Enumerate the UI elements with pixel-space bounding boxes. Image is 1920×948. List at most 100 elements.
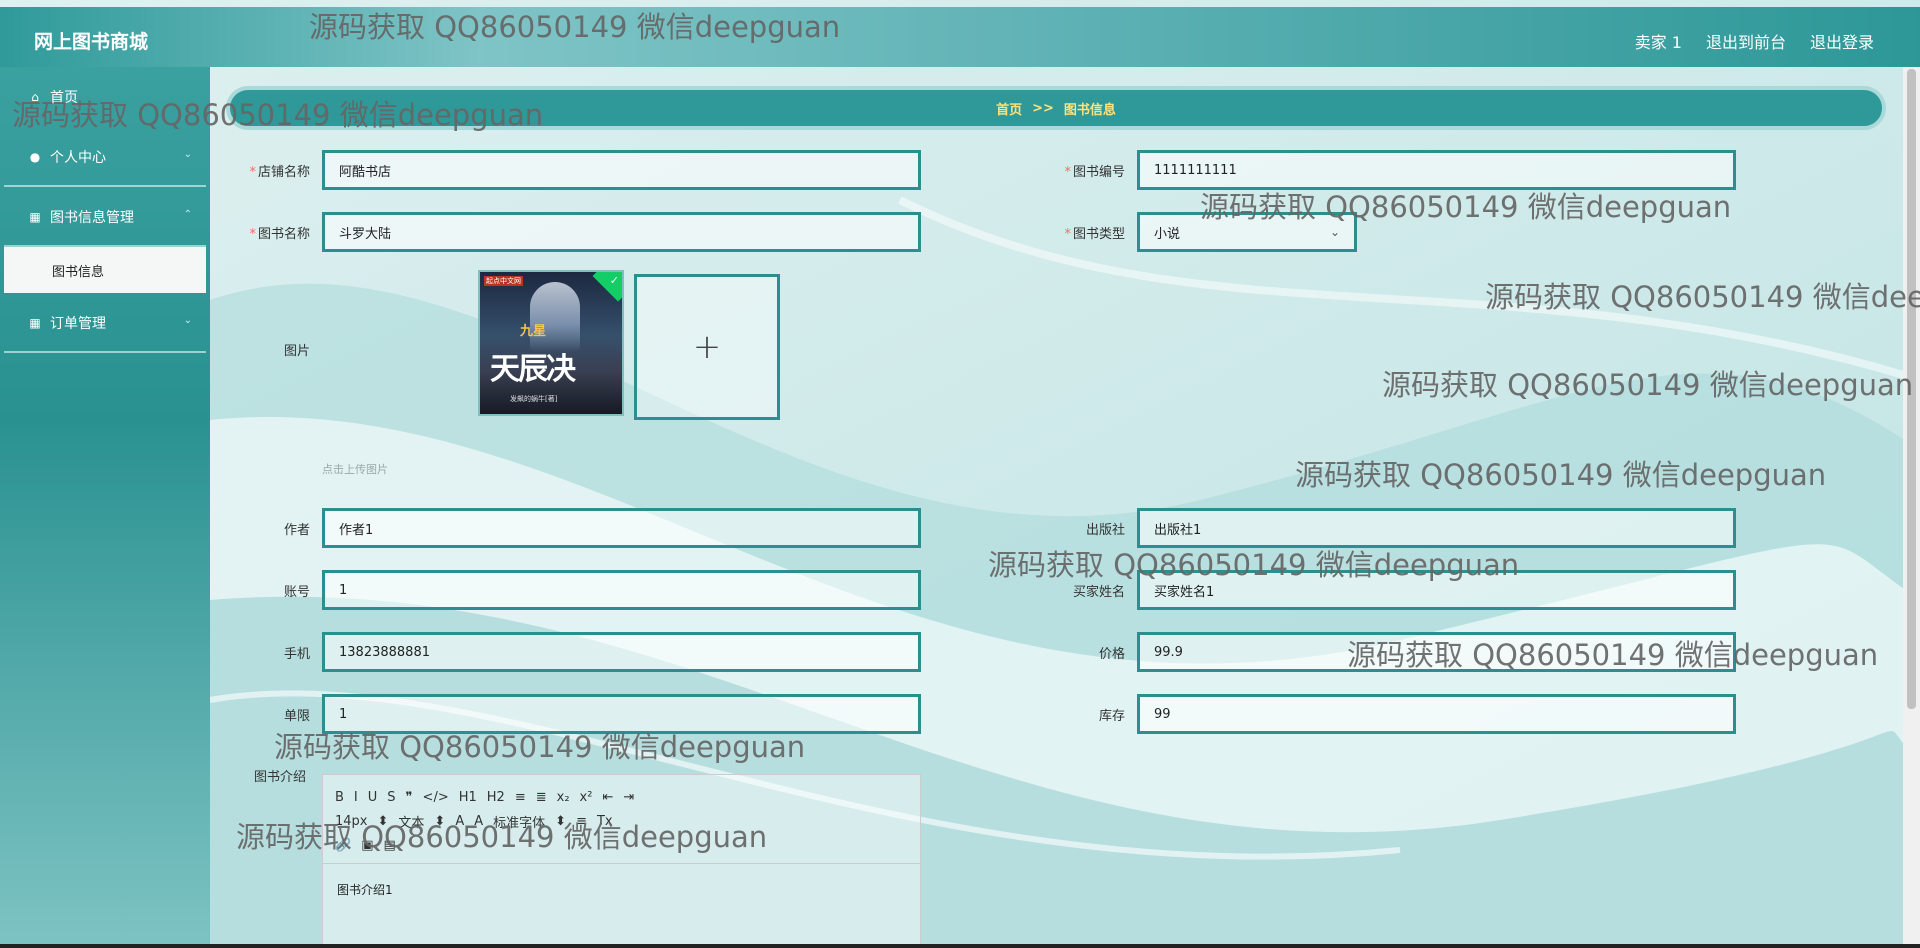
editor-tool-row3-2[interactable]: ▤ xyxy=(383,838,395,853)
account-field[interactable]: 1 xyxy=(322,570,921,610)
editor-tool-row1-4[interactable]: ❞ xyxy=(406,790,413,805)
editor-tool-row2-7[interactable]: ⬍ xyxy=(555,814,566,829)
book-name-field[interactable]: 斗罗大陆 xyxy=(322,212,921,252)
breadcrumb-separator: >> xyxy=(1032,100,1054,116)
editor-tool-row1-10[interactable]: x₂ xyxy=(557,790,570,805)
cover-subtitle: 九星 xyxy=(520,324,547,339)
sidebar-subitem-book-info[interactable]: 图书信息 xyxy=(4,247,206,293)
publisher-row: 出版社 出版社1 xyxy=(1025,508,1736,548)
editor-tool-row1-0[interactable]: B xyxy=(335,790,344,805)
bottom-edge xyxy=(0,944,1920,948)
intro-label: 图书介绍 xyxy=(254,770,307,785)
breadcrumb: 首页 >> 图书信息 xyxy=(226,86,1886,130)
sidebar-item-home[interactable]: ⌂ 首页 xyxy=(0,67,210,127)
grid-icon: ▦ xyxy=(29,316,41,330)
upload-hint: 点击上传图片 xyxy=(322,463,388,476)
shop-name-field[interactable]: 阿酷书店 xyxy=(322,150,921,190)
top-bar: 网上图书商城 卖家 1 退出到前台 退出登录 xyxy=(0,7,1920,67)
rich-text-editor[interactable]: B I U S ❞ </> H1 H2 ≡ ≣ x₂ x² ⇤ ⇥ 14px ⬍ 文本 ⬍ A A 标准字体 ⬍ ≡ Tx … xyxy=(322,774,921,948)
check-icon: ✓ xyxy=(609,274,619,287)
editor-tool-row1-12[interactable]: ⇤ xyxy=(602,790,613,805)
price-row: 价格 99.9 xyxy=(1025,632,1736,672)
breadcrumb-home[interactable]: 首页 xyxy=(996,99,1022,118)
book-no-row: * 图书编号 1111111111 xyxy=(1025,150,1736,190)
publisher-field[interactable]: 出版社1 xyxy=(1137,508,1736,548)
editor-tool-row1-3[interactable]: S xyxy=(387,790,395,805)
editor-toolbar-row-3: 🔗 ▣ ▤ xyxy=(335,833,905,857)
chevron-down-icon: ⌄ xyxy=(1329,225,1340,239)
account-row: 账号 1 xyxy=(210,570,921,610)
breadcrumb-current: 图书信息 xyxy=(1063,102,1116,118)
sidebar-item-label: 图书信息管理 xyxy=(50,210,134,226)
editor-tool-row1-1[interactable]: I xyxy=(354,790,358,805)
editor-tool-row2-5[interactable]: A xyxy=(474,814,483,829)
shop-name-row: * 店铺名称 阿酷书店 xyxy=(210,150,921,190)
author-row: 作者 作者1 xyxy=(210,508,921,548)
editor-tool-row1-11[interactable]: x² xyxy=(580,790,593,805)
sidebar-item-label: 订单管理 xyxy=(50,316,106,332)
upload-image-button[interactable]: + xyxy=(634,274,780,420)
buyer-name-row: 买家姓名 买家姓名1 xyxy=(1025,570,1736,610)
author-field[interactable]: 作者1 xyxy=(322,508,921,548)
editor-divider xyxy=(323,863,920,864)
phone-field[interactable]: 13823888881 xyxy=(322,632,921,672)
cover-publisher-tag: 起点中文网 xyxy=(484,276,523,286)
editor-tool-row2-8[interactable]: ≡ xyxy=(576,814,587,829)
logout-link[interactable]: 退出登录 xyxy=(1810,29,1874,53)
buyer-name-label: 买家姓名 xyxy=(1072,584,1125,600)
editor-tool-row2-6[interactable]: 标准字体 xyxy=(493,812,545,831)
stock-field[interactable]: 99 xyxy=(1137,694,1736,734)
exit-to-front-link[interactable]: 退出到前台 xyxy=(1706,29,1786,53)
editor-tool-row2-0[interactable]: 14px xyxy=(335,814,368,829)
editor-content[interactable]: 图书介绍1 xyxy=(337,881,393,898)
stock-label: 库存 xyxy=(1098,708,1125,724)
chevron-up-icon: ⌃ xyxy=(183,209,192,220)
editor-tool-row1-5[interactable]: </> xyxy=(423,790,449,805)
editor-tool-row3-1[interactable]: ▣ xyxy=(361,838,373,853)
editor-tool-row2-4[interactable]: A xyxy=(455,814,464,829)
account-label: 账号 xyxy=(283,584,310,600)
cover-footer: 发飙的蜗牛[著] xyxy=(510,395,558,403)
site-logo: 网上图书商城 xyxy=(34,31,149,53)
limit-field[interactable]: 1 xyxy=(322,694,921,734)
sidebar-item-orders[interactable]: ▦ 订单管理 ⌄ xyxy=(0,293,210,353)
phone-label: 手机 xyxy=(283,646,310,662)
scrollbar-thumb[interactable] xyxy=(1907,69,1916,709)
grid-icon: ▦ xyxy=(29,210,41,224)
editor-tool-row2-1[interactable]: ⬍ xyxy=(378,814,389,829)
price-label: 价格 xyxy=(1098,646,1125,662)
limit-label: 单限 xyxy=(283,708,310,724)
sidebar: ⌂ 首页 ● 个人中心 ⌄ ▦ 图书信息管理 ⌃ 图书信息 ▦ 订单管理 ⌄ xyxy=(0,67,210,948)
editor-tool-row1-8[interactable]: ≡ xyxy=(515,790,526,805)
book-type-value: 小说 xyxy=(1154,226,1181,242)
book-cover-image[interactable]: 起点中文网 九星 天辰决 发飙的蜗牛[著] ✓ xyxy=(478,270,624,416)
editor-tool-row2-3[interactable]: ⬍ xyxy=(434,814,445,829)
editor-tool-row2-2[interactable]: 文本 xyxy=(398,812,424,831)
book-no-label: * 图书编号 xyxy=(1064,164,1125,180)
top-bar-actions: 卖家 1 退出到前台 退出登录 xyxy=(1635,29,1874,53)
editor-tool-row1-13[interactable]: ⇥ xyxy=(623,790,634,805)
editor-tool-row3-0[interactable]: 🔗 xyxy=(335,838,351,853)
book-form: * 店铺名称 阿酷书店 * 图书编号 1111111111 * 图书名称 斗罗大陆 *… xyxy=(210,140,1910,948)
book-type-row: * 图书类型 小说 ⌄ xyxy=(1025,212,1357,252)
editor-tool-row1-6[interactable]: H1 xyxy=(459,790,477,805)
editor-toolbar: B I U S ❞ </> H1 H2 ≡ ≣ x₂ x² ⇤ ⇥ 14px ⬍ 文本 ⬍ A A 标准字体 ⬍ ≡ Tx … xyxy=(335,785,905,857)
editor-tool-row1-2[interactable]: U xyxy=(368,790,378,805)
limit-row: 单限 1 xyxy=(210,694,921,734)
shop-name-label: * 店铺名称 xyxy=(249,164,310,180)
book-no-field[interactable]: 1111111111 xyxy=(1137,150,1736,190)
image-label: 图片 xyxy=(283,344,310,359)
sidebar-item-profile[interactable]: ● 个人中心 ⌄ xyxy=(0,127,210,187)
stock-row: 库存 99 xyxy=(1025,694,1736,734)
price-field[interactable]: 99.9 xyxy=(1137,632,1736,672)
page-scrollbar[interactable] xyxy=(1903,67,1920,948)
buyer-name-field[interactable]: 买家姓名1 xyxy=(1137,570,1736,610)
sidebar-item-book-management[interactable]: ▦ 图书信息管理 ⌃ xyxy=(0,187,210,247)
book-type-select[interactable]: 小说 ⌄ xyxy=(1137,212,1357,252)
user-icon: ● xyxy=(29,150,41,164)
editor-tool-row1-9[interactable]: ≣ xyxy=(536,790,547,805)
book-type-label: * 图书类型 xyxy=(1064,226,1125,242)
editor-tool-row2-9[interactable]: Tx xyxy=(597,814,613,829)
editor-tool-row1-7[interactable]: H2 xyxy=(487,790,505,805)
current-user[interactable]: 卖家 1 xyxy=(1635,29,1682,53)
